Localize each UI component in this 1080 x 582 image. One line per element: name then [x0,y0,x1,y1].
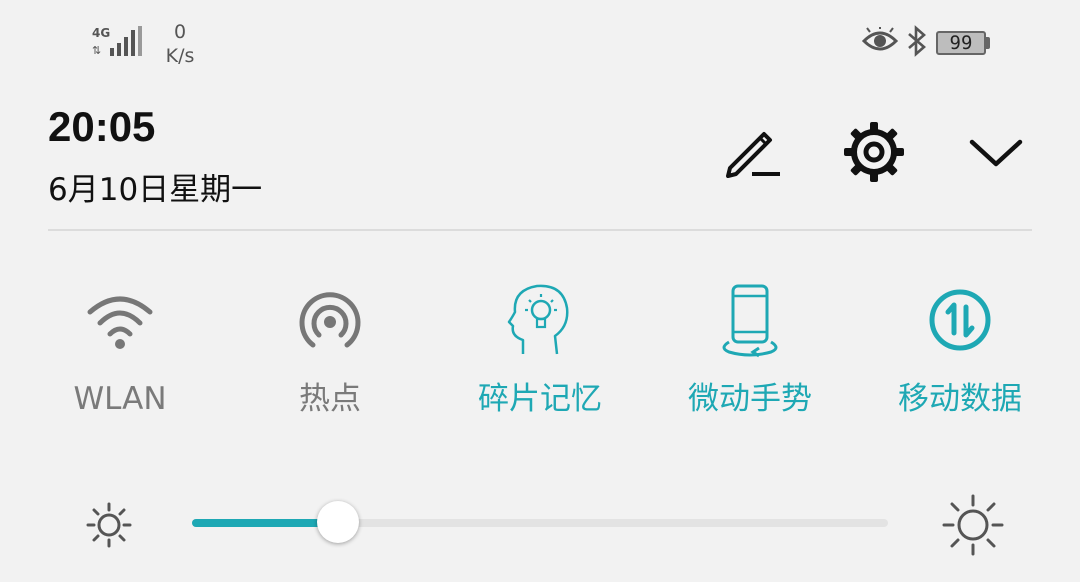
speed-value: 0 [173,21,187,43]
eye-icon [861,25,899,59]
battery-level: 99 [936,31,986,55]
date-label: 6月10日星期一 [48,172,263,208]
brightness-low-icon [82,498,136,552]
tile-label: 移动数据 [898,381,1022,417]
header-divider [48,229,1032,231]
gear-icon [842,120,906,188]
edit-icon [724,122,784,186]
edit-button[interactable] [718,118,790,190]
tile-wlan[interactable]: WLAN [15,278,225,428]
brightness-high-icon [942,494,1004,556]
tile-label: 热点 [299,381,361,417]
svg-text:⇅: ⇅ [92,44,101,57]
brightness-thumb[interactable] [317,501,360,543]
tile-fragment-memory[interactable]: 碎片记忆 [435,278,645,428]
bluetooth-icon [906,25,928,61]
speed-unit: K/s [165,45,195,67]
brightness-slider[interactable] [192,501,888,543]
mobile-data-icon [920,278,1000,362]
tile-hotspot[interactable]: 热点 [225,278,435,428]
brain-bulb-icon [500,278,580,362]
tile-label: WLAN [73,381,167,417]
phone-gesture-icon [710,278,790,362]
settings-button[interactable] [838,118,910,190]
tile-label: 碎片记忆 [478,381,602,417]
network-speed: 0 K/s [160,20,200,68]
hotspot-icon [290,278,370,362]
status-icons: 99 [861,25,990,61]
tile-label: 微动手势 [688,381,812,417]
tile-motion-gesture[interactable]: 微动手势 [645,278,855,428]
collapse-button[interactable] [960,118,1032,190]
wifi-icon [80,278,160,362]
network-type-label: 4G [92,26,110,40]
tile-mobile-data[interactable]: 移动数据 [855,278,1065,428]
chevron-down-icon [968,134,1024,174]
battery-icon: 99 [936,31,990,55]
signal-icon: 4G ⇅ [92,24,144,60]
clock-time: 20:05 [48,103,156,150]
